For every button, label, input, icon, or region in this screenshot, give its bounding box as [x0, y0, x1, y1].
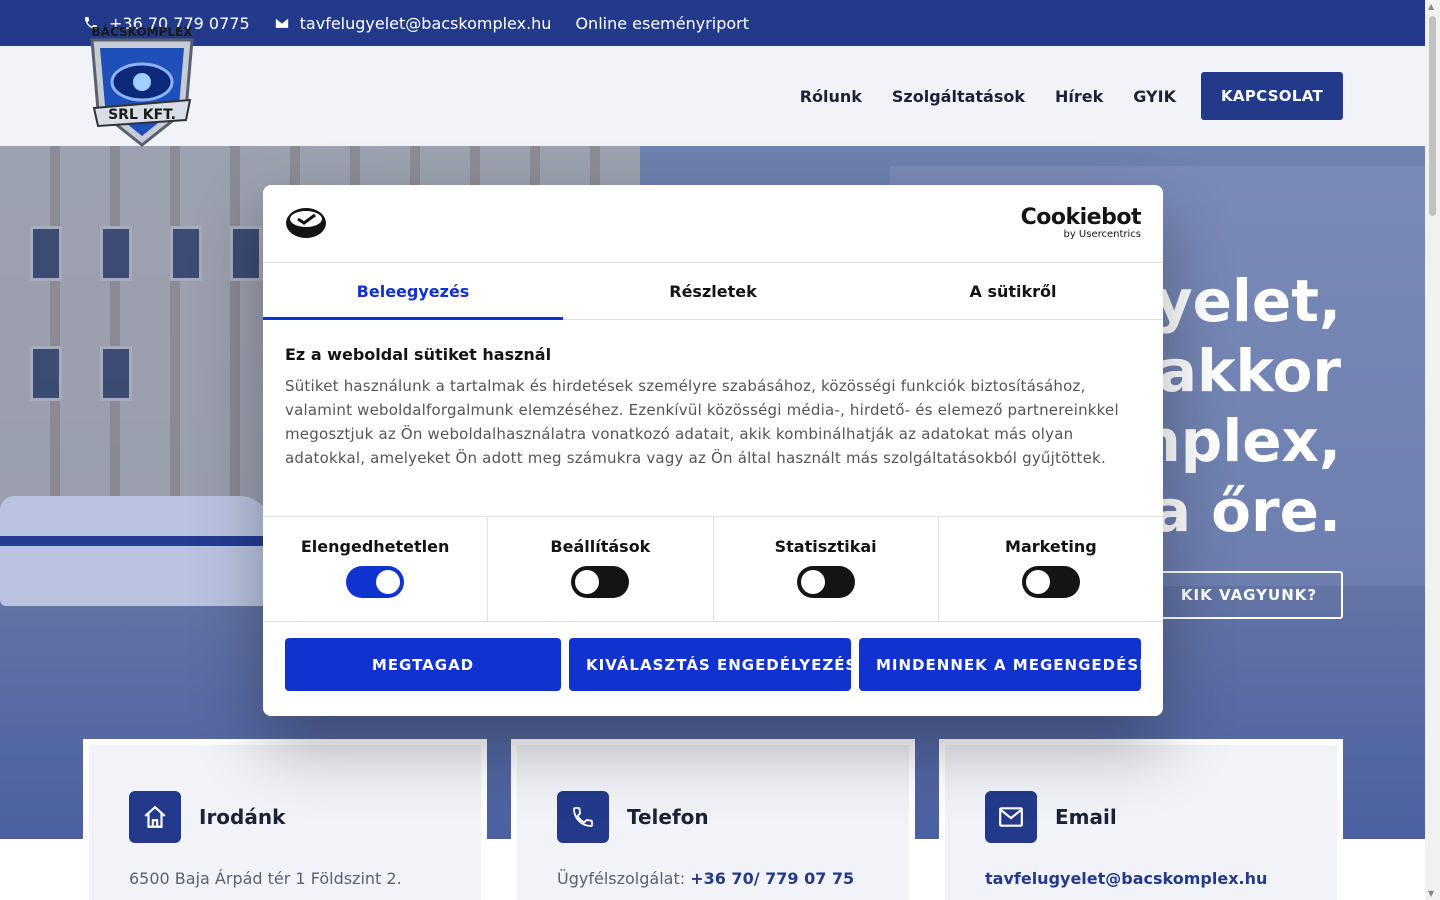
cookie-text: Sütiket használunk a tartalmak és hirdet…: [285, 377, 1119, 467]
main-nav: Rólunk Szolgáltatások Hírek GYIK KAPCSOL…: [770, 72, 1343, 120]
cookie-dialog-header: Cookiebot by Usercentrics: [263, 185, 1163, 263]
scrollbar-thumb[interactable]: [1429, 16, 1436, 216]
cookie-consent-dialog: Cookiebot by Usercentrics Beleegyezés Ré…: [263, 185, 1163, 716]
home-icon: [129, 791, 181, 843]
cookie-heading: Ez a weboldal sütiket használ: [285, 345, 552, 364]
about-us-button[interactable]: KIK VAGYUNK?: [1155, 571, 1343, 619]
envelope-icon: [274, 17, 289, 29]
topbar-report-text: Online eseményriport: [575, 13, 750, 33]
email-card-address[interactable]: tavfelugyelet@bacskomplex.hu: [985, 869, 1267, 888]
site-header: Rólunk Szolgáltatások Hírek GYIK KAPCSOL…: [0, 46, 1425, 146]
allow-all-button[interactable]: MINDENNEK A MEGENGEDÉSE: [859, 638, 1141, 691]
nav-item-rolunk[interactable]: Rólunk: [800, 87, 862, 106]
deny-button[interactable]: MEGTAGAD: [285, 638, 561, 691]
phone-icon: [557, 791, 609, 843]
logo-bottom-text: SRL KFT.: [108, 107, 176, 123]
top-contact-bar: +36 70 779 0775 tavfelugyelet@bacskomple…: [0, 0, 1425, 46]
category-necessary: Elengedhetetlen: [263, 517, 489, 621]
phone-card-body: Ügyfélszolgálat: +36 70/ 779 07 75: [557, 869, 869, 888]
category-statistics: Statisztikai: [714, 517, 939, 621]
category-necessary-label: Elengedhetetlen: [300, 537, 450, 556]
company-logo[interactable]: SRL KFT. BÁCSKOMPLEX: [82, 20, 202, 150]
office-card-text: 6500 Baja Árpád tér 1 Földszint 2.: [129, 869, 402, 888]
cookiebot-brand[interactable]: Cookiebot by Usercentrics: [1020, 205, 1142, 241]
email-card-body: tavfelugyelet@bacskomplex.hu: [985, 869, 1297, 888]
cookie-description: Ez a weboldal sütiket használ Sütiket ha…: [263, 320, 1163, 517]
nav-item-szolgaltatasok[interactable]: Szolgáltatások: [892, 87, 1025, 106]
allow-selection-button[interactable]: KIVÁLASZTÁS ENGEDÉLYEZÉSE: [569, 638, 851, 691]
email-card-title: Email: [1055, 805, 1117, 829]
topbar-report-link[interactable]: Online eseményriport: [575, 14, 749, 33]
category-marketing: Marketing: [939, 517, 1163, 621]
logo-top-text: BÁCSKOMPLEX: [92, 24, 194, 39]
marketing-toggle[interactable]: [1021, 566, 1080, 598]
topbar-email-text: tavfelugyelet@bacskomplex.hu: [299, 13, 552, 33]
phone-card-title: Telefon: [627, 805, 709, 829]
cookie-tabs: Beleegyezés Részletek A sütikről: [263, 263, 1163, 320]
necessary-toggle[interactable]: [346, 566, 405, 598]
tab-about-cookies[interactable]: A sütikről: [863, 263, 1163, 319]
nav-item-hirek[interactable]: Hírek: [1055, 87, 1103, 106]
topbar-email[interactable]: tavfelugyelet@bacskomplex.hu: [274, 13, 552, 33]
phone-card: Telefon Ügyfélszolgálat: +36 70/ 779 07 …: [511, 739, 915, 900]
category-preferences: Beállítások: [488, 517, 714, 621]
contact-button[interactable]: KAPCSOLAT: [1200, 72, 1343, 120]
category-statistics-label: Statisztikai: [774, 537, 877, 556]
office-card-title: Irodánk: [199, 805, 286, 829]
cookie-categories: Elengedhetetlen Beállítások Statisztikai…: [263, 517, 1163, 622]
statistics-toggle[interactable]: [796, 566, 855, 598]
cookie-logo-icon: [286, 208, 326, 238]
envelope-icon: [985, 791, 1037, 843]
page-scrollbar[interactable]: ▲ ▼: [1425, 0, 1440, 900]
office-card: Irodánk 6500 Baja Árpád tér 1 Földszint …: [83, 739, 487, 900]
scroll-down-icon[interactable]: ▼: [1428, 889, 1434, 898]
tab-details[interactable]: Részletek: [563, 263, 863, 319]
cookie-buttons: MEGTAGAD KIVÁLASZTÁS ENGEDÉLYEZÉSE MINDE…: [263, 622, 1163, 707]
email-card: Email tavfelugyelet@bacskomplex.hu: [939, 739, 1343, 900]
cookiebot-name: Cookiebot: [1020, 205, 1142, 230]
nav-item-gyik[interactable]: GYIK: [1133, 87, 1176, 106]
preferences-toggle[interactable]: [571, 566, 630, 598]
tab-consent[interactable]: Beleegyezés: [263, 263, 563, 320]
phone-card-number[interactable]: +36 70/ 779 07 75: [690, 869, 854, 888]
phone-card-label: Ügyfélszolgálat:: [557, 869, 691, 888]
scroll-up-icon[interactable]: ▲: [1428, 2, 1434, 11]
category-marketing-label: Marketing: [1005, 537, 1097, 556]
category-preferences-label: Beállítások: [550, 537, 651, 556]
cookiebot-sub: by Usercentrics: [1063, 229, 1141, 240]
